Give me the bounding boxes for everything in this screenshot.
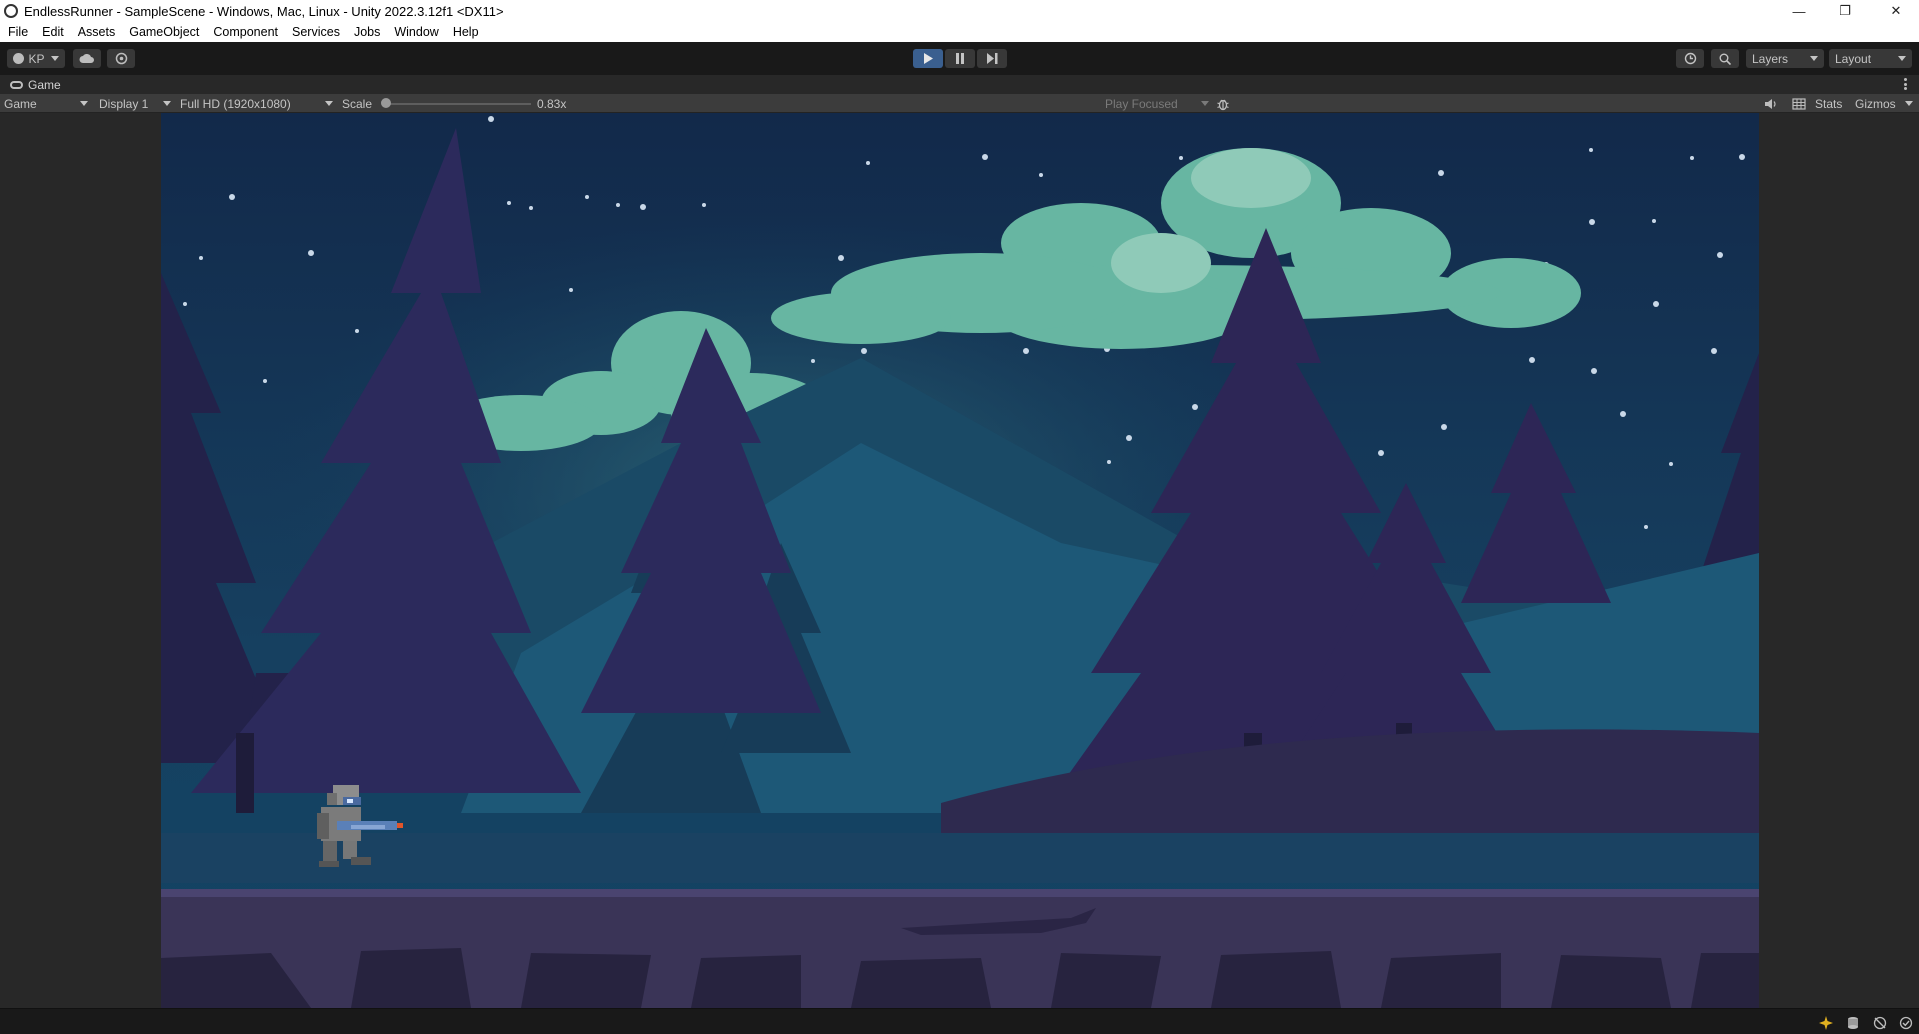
check-status-icon[interactable] <box>1899 1016 1913 1030</box>
tab-menu-icon[interactable] <box>1904 78 1907 90</box>
layers-label: Layers <box>1752 51 1789 66</box>
menu-jobs[interactable]: Jobs <box>347 22 387 42</box>
stats-button[interactable]: Stats <box>1815 94 1842 113</box>
play-mode-label: Play Focused <box>1105 96 1178 111</box>
menu-component[interactable]: Component <box>206 22 285 42</box>
network-off-icon[interactable] <box>1873 1016 1887 1030</box>
chevron-down-icon <box>1905 101 1913 106</box>
play-mode-dropdown[interactable]: Play Focused <box>1105 94 1209 113</box>
tab-game-label: Game <box>28 78 61 92</box>
menu-file[interactable]: File <box>0 22 35 42</box>
unity-logo-icon <box>4 4 18 18</box>
grid-icon <box>1792 97 1806 110</box>
collab-icon <box>115 52 127 65</box>
menu-assets[interactable]: Assets <box>71 22 123 42</box>
view-mode-label: Game <box>4 96 37 111</box>
cloud-button[interactable] <box>73 49 101 68</box>
step-button[interactable] <box>977 49 1007 68</box>
menu-window[interactable]: Window <box>387 22 445 42</box>
progress-spinner-icon[interactable] <box>1819 1016 1833 1030</box>
scale-slider[interactable] <box>381 94 534 113</box>
close-button[interactable]: ✕ <box>1873 0 1919 22</box>
step-icon <box>986 53 997 64</box>
scale-slider-track <box>384 103 531 105</box>
history-icon <box>1684 52 1696 65</box>
scale-slider-thumb[interactable] <box>381 98 391 108</box>
haze <box>161 833 1759 883</box>
account-label: KP <box>28 51 45 66</box>
maximize-button[interactable]: ❐ <box>1822 0 1868 22</box>
search-icon <box>1719 53 1731 65</box>
debug-toggle[interactable] <box>1216 94 1230 113</box>
tab-strip: Game <box>0 74 1919 94</box>
resolution-label: Full HD (1920x1080) <box>180 96 291 111</box>
chevron-down-icon <box>163 101 171 106</box>
menu-services[interactable]: Services <box>285 22 347 42</box>
chevron-down-icon <box>1201 101 1209 106</box>
search-button[interactable] <box>1711 49 1739 68</box>
cache-server-icon[interactable] <box>1846 1016 1860 1030</box>
window-title: EndlessRunner - SampleScene - Windows, M… <box>24 3 504 19</box>
pause-button[interactable] <box>945 49 975 68</box>
collab-button[interactable] <box>107 49 135 68</box>
layout-dropdown[interactable]: Layout <box>1829 49 1912 68</box>
menu-help[interactable]: Help <box>446 22 486 42</box>
account-dropdown[interactable]: KP <box>7 49 65 68</box>
view-mode-dropdown[interactable]: Game <box>4 94 88 113</box>
play-button[interactable] <box>913 49 943 68</box>
night-forest-scene <box>161 113 1759 1008</box>
mute-audio-toggle[interactable] <box>1764 94 1778 113</box>
scale-value: 0.83x <box>537 96 567 111</box>
cloud-icon <box>79 53 94 63</box>
layers-dropdown[interactable]: Layers <box>1746 49 1824 68</box>
speaker-icon <box>1765 98 1776 109</box>
menu-edit[interactable]: Edit <box>35 22 71 42</box>
gamepad-icon <box>10 81 23 89</box>
bug-icon <box>1217 99 1229 110</box>
ground-edge <box>161 889 1759 897</box>
chevron-down-icon <box>50 56 59 61</box>
scale-label: Scale <box>342 96 373 111</box>
status-bar <box>0 1008 1919 1034</box>
tab-game[interactable]: Game <box>4 75 67 95</box>
display-dropdown[interactable]: Display 1 <box>99 94 171 113</box>
layout-label: Layout <box>1835 51 1872 66</box>
game-view-toolbar: Game Display 1 Full HD (1920x1080) Scale… <box>0 94 1919 113</box>
unity-editor-window: EndlessRunner - SampleScene - Windows, M… <box>0 0 1919 1034</box>
gizmos-dropdown[interactable]: Gizmos <box>1855 94 1913 113</box>
menu-bar: File Edit Assets GameObject Component Se… <box>0 22 1919 42</box>
chevron-down-icon <box>325 101 333 106</box>
game-viewport[interactable] <box>0 113 1919 1008</box>
chevron-down-icon <box>1810 56 1818 61</box>
account-avatar-icon <box>13 53 24 64</box>
history-button[interactable] <box>1676 49 1704 68</box>
pause-icon <box>956 53 964 64</box>
resolution-dropdown[interactable]: Full HD (1920x1080) <box>180 94 333 113</box>
chevron-down-icon <box>1898 56 1906 61</box>
aspect-toggle[interactable] <box>1792 94 1806 113</box>
main-toolbar: KP Layers Layout <box>0 42 1919 74</box>
gizmos-label: Gizmos <box>1855 96 1896 111</box>
menu-gameobject[interactable]: GameObject <box>122 22 206 42</box>
display-label: Display 1 <box>99 96 149 111</box>
title-bar: EndlessRunner - SampleScene - Windows, M… <box>0 0 1919 22</box>
chevron-down-icon <box>80 101 88 106</box>
play-icon <box>924 53 933 64</box>
minimize-button[interactable]: — <box>1776 0 1822 22</box>
game-scene-render[interactable] <box>161 113 1759 1008</box>
